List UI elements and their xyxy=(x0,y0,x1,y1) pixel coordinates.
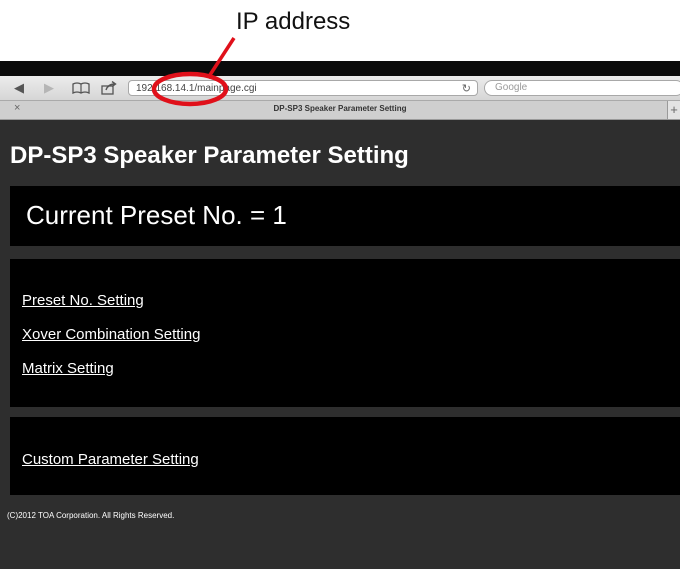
url-field[interactable]: 192.168.14.1/mainpage.cgi ↻ xyxy=(128,80,478,96)
settings-menu-panel: Preset No. Setting Xover Combination Set… xyxy=(10,259,680,407)
page-title: DP-SP3 Speaker Parameter Setting xyxy=(10,142,409,169)
custom-parameter-panel: Custom Parameter Setting xyxy=(10,417,680,495)
tab-title[interactable]: DP-SP3 Speaker Parameter Setting xyxy=(0,104,680,113)
new-tab-icon[interactable]: + xyxy=(667,101,680,119)
back-icon[interactable]: ◀ xyxy=(8,79,30,97)
current-preset-text: Current Preset No. = 1 xyxy=(26,200,287,230)
ip-address-annotation-label: IP address xyxy=(236,8,351,35)
search-field[interactable]: Google xyxy=(484,80,680,96)
web-page: DP-SP3 Speaker Parameter Setting Current… xyxy=(0,120,680,569)
status-bar xyxy=(0,61,680,76)
tab-bar: × DP-SP3 Speaker Parameter Setting + xyxy=(0,101,680,120)
custom-parameter-link[interactable]: Custom Parameter Setting xyxy=(22,451,199,468)
bookmarks-icon[interactable] xyxy=(70,79,92,97)
preset-setting-link[interactable]: Preset No. Setting xyxy=(22,292,144,309)
copyright-footer: (C)2012 TOA Corporation. All Rights Rese… xyxy=(7,511,175,520)
matrix-setting-link[interactable]: Matrix Setting xyxy=(22,360,114,377)
reload-icon[interactable]: ↻ xyxy=(462,81,471,97)
current-preset-panel: Current Preset No. = 1 xyxy=(10,186,680,246)
browser-toolbar: ◀ ▶ 192.168.14.1/mainpage.cgi ↻ Google xyxy=(0,76,680,101)
search-placeholder: Google xyxy=(495,82,528,93)
forward-icon[interactable]: ▶ xyxy=(38,79,60,97)
url-text: 192.168.14.1/mainpage.cgi xyxy=(136,83,257,94)
xover-combination-link[interactable]: Xover Combination Setting xyxy=(22,326,200,343)
browser-window: ◀ ▶ 192.168.14.1/mainpage.cgi ↻ Google ×… xyxy=(0,61,680,569)
share-icon[interactable] xyxy=(98,79,120,97)
